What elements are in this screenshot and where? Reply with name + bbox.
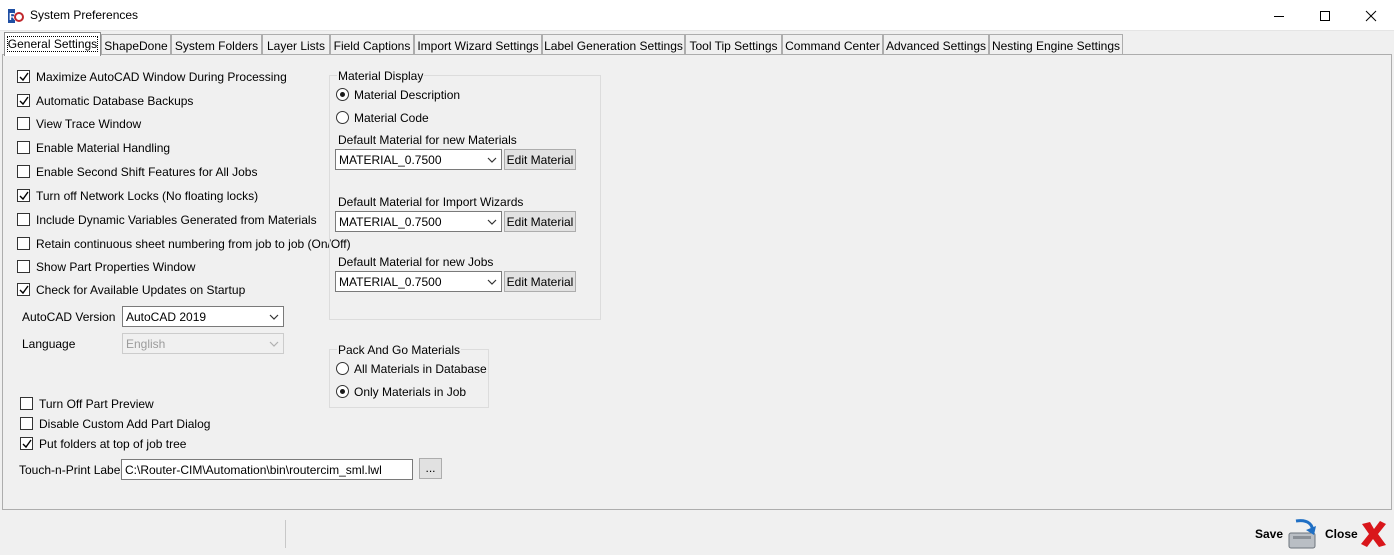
default-material-new-materials-select[interactable]: MATERIAL_0.7500 [335,149,502,170]
default-material-new-jobs-select[interactable]: MATERIAL_0.7500 [335,271,502,292]
pack-and-go-group: Pack And Go Materials All Materials in D… [329,343,489,408]
chevron-down-icon [269,314,279,320]
window-close-button[interactable] [1348,0,1394,31]
chevron-down-icon [487,157,497,163]
radio-label: Material Code [354,111,429,125]
radio-label: Only Materials in Job [354,385,467,399]
chevron-down-icon [269,341,279,347]
material-display-group: Material Display Material Description Ma… [329,69,601,320]
language-select: English [122,333,284,354]
checkbox-label: Show Part Properties Window [36,260,196,274]
save-label[interactable]: Save [1255,527,1283,541]
checkbox-label: Disable Custom Add Part Dialog [39,417,211,431]
title-bar: R System Preferences [0,0,1394,31]
edit-material-button[interactable]: Edit Material [504,211,576,232]
select-value: AutoCAD 2019 [126,310,207,324]
select-value: English [126,337,166,351]
checkbox-box [17,213,30,226]
default-material-new-materials-label: Default Material for new Materials [338,133,517,147]
checkbox-label: Maximize AutoCAD Window During Processin… [36,70,287,84]
checkbox-label: Check for Available Updates on Startup [36,283,246,297]
radio-button [336,111,349,124]
radio-label: Material Description [354,88,461,102]
checkbox-label: Enable Material Handling [36,141,171,155]
checkmark-icon [19,96,29,106]
checkmark-icon [19,285,29,295]
tab-nesting-engine-settings[interactable]: Nesting Engine Settings [989,34,1123,55]
checkbox-label: Automatic Database Backups [36,94,194,108]
edit-material-button[interactable]: Edit Material [504,271,576,292]
router-cim-app-icon: R [8,8,24,24]
default-material-import-wizards-label: Default Material for Import Wizards [338,195,524,209]
checkbox-label: Retain continuous sheet numbering from j… [36,237,351,251]
checkbox-label: Turn Off Part Preview [39,397,154,411]
radio-button [336,385,349,398]
browse-button[interactable]: ... [419,458,442,479]
checkbox-label: Turn off Network Locks (No floating lock… [36,189,259,203]
checkbox-box [20,437,33,450]
maximize-icon [1320,11,1330,21]
select-value: MATERIAL_0.7500 [339,153,442,167]
checkmark-icon [19,191,29,201]
general-settings-page: Maximize AutoCAD Window During Processin… [2,54,1392,510]
minimize-button[interactable] [1256,0,1302,31]
checkbox-label: View Trace Window [36,117,142,131]
settings-tabstrip: General Settings ShapeDone System Folder… [0,32,1394,56]
tab-tool-tip-settings[interactable]: Tool Tip Settings [685,34,782,55]
close-x-icon[interactable] [1358,519,1388,549]
tab-shapedone[interactable]: ShapeDone [101,34,171,55]
checkbox-box [17,70,30,83]
tab-advanced-settings[interactable]: Advanced Settings [883,34,989,55]
tab-general-settings[interactable]: General Settings [4,32,101,56]
tab-import-wizard-settings[interactable]: Import Wizard Settings [414,34,542,55]
checkbox-box [20,417,33,430]
edit-material-button[interactable]: Edit Material [504,149,576,170]
checkbox-label: Include Dynamic Variables Generated from… [36,213,317,227]
language-label: Language [22,337,76,351]
autocad-version-select[interactable]: AutoCAD 2019 [122,306,284,327]
touch-print-path-input[interactable]: C:\Router-CIM\Automation\bin\routercim_s… [121,459,413,480]
tab-label-generation-settings[interactable]: Label Generation Settings [542,34,685,55]
maximize-button[interactable] [1302,0,1348,31]
footer-bar: Save Close [0,512,1394,555]
status-divider [285,520,286,548]
checkmark-icon [22,439,32,449]
checkbox-box [17,94,30,107]
default-material-new-jobs-label: Default Material for new Jobs [338,255,494,269]
checkbox-label: Enable Second Shift Features for All Job… [36,165,258,179]
checkmark-icon [19,72,29,82]
checkbox-label: Put folders at top of job tree [39,437,187,451]
group-title: Material Display [337,69,425,83]
close-label[interactable]: Close [1325,527,1358,541]
checkbox-box [17,237,30,250]
checkbox-box [20,397,33,410]
tab-command-center[interactable]: Command Center [782,34,883,55]
radio-label: All Materials in Database [354,362,487,376]
checkbox-box [17,283,30,296]
chevron-down-icon [487,279,497,285]
radio-button [336,88,349,101]
close-icon [1365,10,1377,22]
tab-system-folders[interactable]: System Folders [171,34,262,55]
tab-field-captions[interactable]: Field Captions [330,34,414,55]
group-title: Pack And Go Materials [337,343,462,357]
checkbox-box [17,189,30,202]
tab-layer-lists[interactable]: Layer Lists [262,34,330,55]
checkbox-box [17,260,30,273]
checkbox-box [17,117,30,130]
touch-print-label: Touch-n-Print Label [19,463,124,477]
select-value: MATERIAL_0.7500 [339,215,442,229]
chevron-down-icon [487,219,497,225]
minimize-icon [1274,16,1284,17]
default-material-import-wizards-select[interactable]: MATERIAL_0.7500 [335,211,502,232]
save-icon[interactable] [1286,517,1320,551]
checkbox-box [17,165,30,178]
select-value: MATERIAL_0.7500 [339,275,442,289]
radio-button [336,362,349,375]
window-title: System Preferences [30,8,139,22]
checkbox-box [17,141,30,154]
autocad-version-label: AutoCAD Version [22,310,116,324]
